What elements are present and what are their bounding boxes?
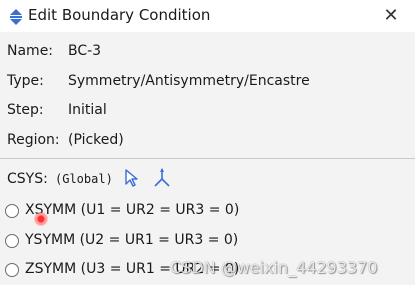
axes-triad-icon[interactable] xyxy=(152,167,172,189)
watermark: CSDN @weixin_44293370 xyxy=(170,258,378,277)
name-value: BC-3 xyxy=(68,43,102,59)
cursor-highlight xyxy=(34,212,48,226)
type-label: Type: xyxy=(7,73,44,89)
name-label: Name: xyxy=(7,43,54,59)
ysymm-radio[interactable] xyxy=(5,234,19,248)
ysymm-label[interactable]: YSYMM (U2 = UR1 = UR3 = 0) xyxy=(25,231,238,249)
csys-label: CSYS: xyxy=(7,171,48,187)
region-label: Region: xyxy=(7,132,60,148)
type-value: Symmetry/Antisymmetry/Encastre xyxy=(68,73,310,89)
step-value: Initial xyxy=(68,102,107,118)
xsymm-radio[interactable] xyxy=(5,204,19,218)
boundary-condition-icon xyxy=(10,9,22,25)
zsymm-radio[interactable] xyxy=(5,263,19,277)
title-bar: Edit Boundary Condition ✕ xyxy=(0,0,415,32)
close-button[interactable]: ✕ xyxy=(379,4,403,28)
region-value: (Picked) xyxy=(68,132,124,148)
step-label: Step: xyxy=(7,102,44,118)
section-divider xyxy=(0,158,415,159)
xsymm-label[interactable]: XSYMM (U1 = UR2 = UR3 = 0) xyxy=(25,201,239,219)
csys-value: (Global) xyxy=(55,172,113,186)
select-arrow-icon[interactable] xyxy=(123,168,141,188)
window-title: Edit Boundary Condition xyxy=(28,6,211,24)
